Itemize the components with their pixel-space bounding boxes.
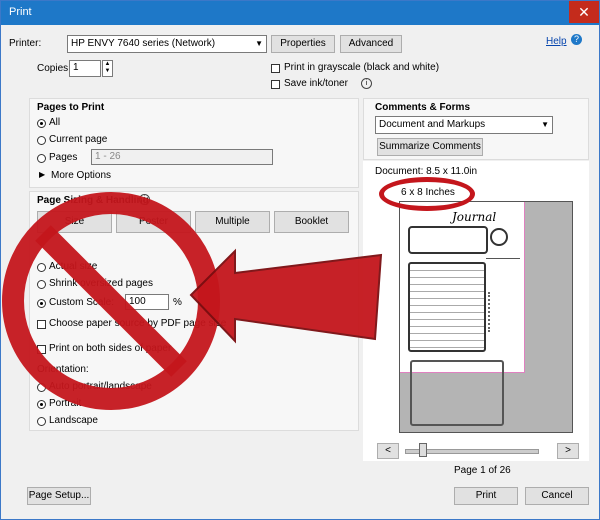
current-page-radio[interactable] xyxy=(37,136,46,145)
grayscale-checkbox[interactable] xyxy=(271,64,280,73)
pages-title: Pages to Print xyxy=(37,102,105,113)
all-radio[interactable] xyxy=(37,119,46,128)
info-icon[interactable]: i xyxy=(361,78,372,89)
comments-value: Document and Markups xyxy=(379,119,486,130)
page-preview-content: Journal xyxy=(400,202,525,373)
save-ink-checkbox[interactable] xyxy=(271,80,280,89)
page-range-input[interactable]: 1 - 26 xyxy=(91,149,273,165)
comments-select[interactable]: Document and Markups ▼ xyxy=(375,116,553,134)
annotation-label: 6 x 8 Inches xyxy=(401,187,455,198)
print-dialog: Print ✕ Printer: HP ENVY 7640 series (Ne… xyxy=(0,0,600,520)
copies-input[interactable]: 1 xyxy=(69,60,101,77)
pages-radio[interactable] xyxy=(37,154,46,163)
next-page-button[interactable]: > xyxy=(557,443,579,459)
printer-value: HP ENVY 7640 series (Network) xyxy=(71,38,216,49)
grayscale-label: Print in grayscale (black and white) xyxy=(284,62,440,73)
properties-button[interactable]: Properties xyxy=(271,35,335,53)
document-size-label: Document: 8.5 x 11.0in xyxy=(375,166,478,177)
chevron-down-icon: ▼ xyxy=(541,120,549,129)
journal-heading: Journal xyxy=(452,210,497,224)
preview-dotted-line xyxy=(488,292,520,332)
pages-label: Pages xyxy=(49,152,78,163)
current-page-label: Current page xyxy=(49,134,108,145)
comments-title: Comments & Forms xyxy=(375,102,471,113)
cancel-button[interactable]: Cancel xyxy=(525,487,589,505)
preview-bottom-box xyxy=(410,360,504,426)
prohibition-slash xyxy=(35,225,187,377)
help-icon[interactable]: ? xyxy=(571,34,582,45)
copies-stepper[interactable]: ▲ ▼ xyxy=(102,60,113,77)
title-bar: Print ✕ xyxy=(1,1,599,25)
preview-lined-box xyxy=(408,262,486,352)
page-preview: Journal xyxy=(399,201,573,433)
window-title: Print xyxy=(9,6,32,18)
page-indicator: Page 1 of 26 xyxy=(454,465,511,476)
page-setup-button[interactable]: Page Setup... xyxy=(27,487,91,505)
all-label: All xyxy=(49,117,61,128)
prohibition-overlay xyxy=(2,192,383,410)
more-options-label[interactable]: More Options xyxy=(51,170,111,181)
page-slider-handle[interactable] xyxy=(419,443,427,457)
prev-page-button[interactable]: < xyxy=(377,443,399,459)
copies-label: Copies: xyxy=(37,63,71,74)
prohibition-sign xyxy=(2,192,220,410)
arrow-left-icon xyxy=(189,248,383,344)
triangle-right-icon[interactable]: ▶ xyxy=(39,170,45,179)
help-link[interactable]: Help xyxy=(546,36,567,47)
preview-divider xyxy=(486,258,520,259)
save-ink-label: Save ink/toner xyxy=(284,78,348,89)
chevron-down-icon: ▼ xyxy=(255,39,263,48)
print-button[interactable]: Print xyxy=(454,487,518,505)
summarize-comments-button[interactable]: Summarize Comments xyxy=(377,138,483,156)
preview-circle xyxy=(490,228,508,246)
printer-label: Printer: xyxy=(9,38,42,49)
close-button[interactable]: ✕ xyxy=(569,1,599,23)
advanced-button[interactable]: Advanced xyxy=(340,35,402,53)
printer-select[interactable]: HP ENVY 7640 series (Network) ▼ xyxy=(67,35,267,53)
preview-box xyxy=(408,226,488,254)
